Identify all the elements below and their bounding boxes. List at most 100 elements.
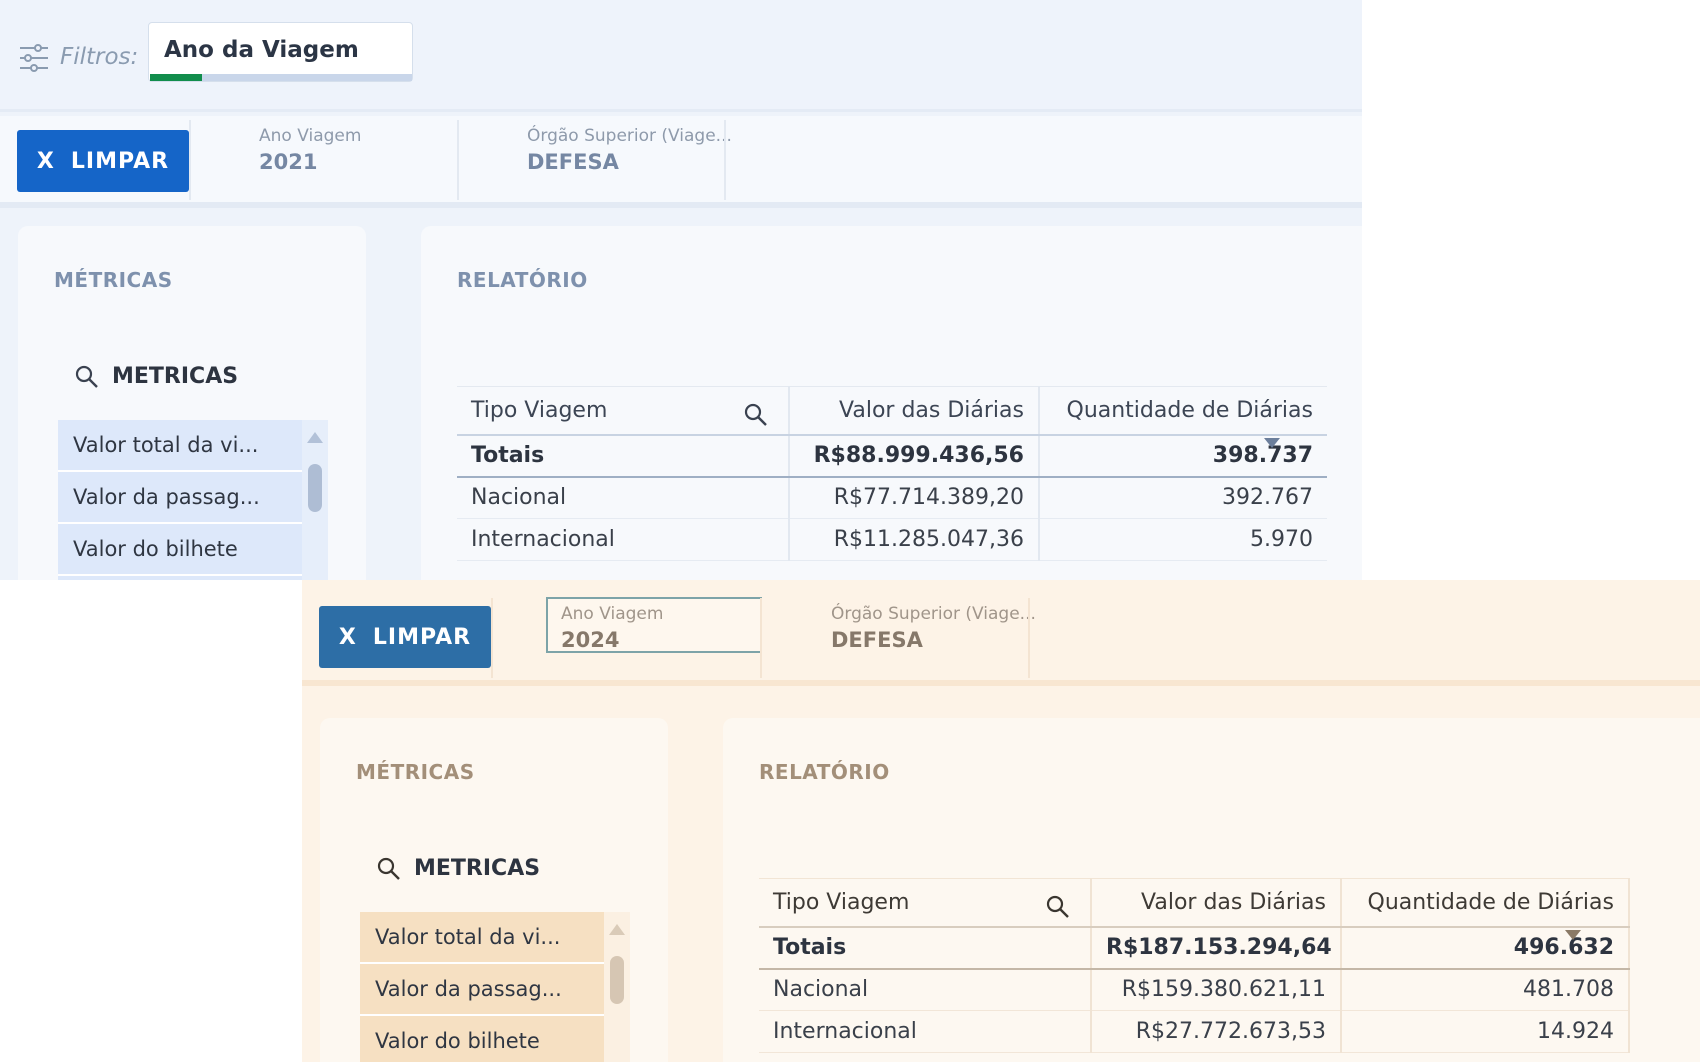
metric-item[interactable]: Valor do bilhete [58, 524, 302, 576]
selection-value: DEFESA [831, 628, 923, 652]
table-cell: Nacional [457, 476, 790, 519]
filter-label: Filtros: [60, 44, 139, 70]
selection-ano-viagem[interactable]: Ano Viagem 2021 [259, 126, 527, 206]
metrics-search-label: METRICAS [414, 856, 541, 881]
selection-title: Órgão Superior (Viage... [527, 126, 732, 146]
column-header-label: Tipo Viagem [471, 397, 608, 423]
screenshot-2024: X LIMPAR Ano Viagem 2024 Órgão Superior … [302, 580, 1700, 1062]
table-cell: 496.632 [1341, 926, 1630, 970]
column-header-tipo-viagem[interactable]: Tipo Viagem [759, 878, 1092, 928]
table-cell: R$187.153.294,64 [1091, 926, 1342, 970]
selection-divider [189, 120, 191, 200]
selection-title: Ano Viagem [561, 604, 664, 624]
filter-chip-label: Ano da Viagem [164, 37, 359, 63]
table-cell: 398.737 [1039, 434, 1327, 478]
table-row[interactable]: Nacional R$159.380.621,11 481.708 [759, 968, 1630, 1011]
column-header-tipo-viagem[interactable]: Tipo Viagem [457, 386, 790, 436]
table-header-row: Tipo Viagem Valor das Diárias Quantidade… [457, 386, 1327, 448]
metric-item[interactable]: Valor total da vi... [58, 420, 302, 472]
filter-chip-ano-da-viagem[interactable]: Ano da Viagem [148, 22, 413, 82]
table-cell: Internacional [759, 1010, 1092, 1053]
selection-value: 2021 [259, 150, 318, 174]
metrics-panel-title: MÉTRICAS [54, 268, 173, 292]
selection-title: Ano Viagem [259, 126, 362, 146]
table-cell: Nacional [759, 968, 1092, 1011]
selections-bar: X LIMPAR Ano Viagem 2021 Órgão Superior … [0, 116, 1362, 208]
metric-item[interactable]: Valor da passag... [360, 964, 604, 1016]
column-header-valor-diarias[interactable]: Valor das Diárias [1091, 878, 1342, 928]
selection-orgao-superior[interactable]: Órgão Superior (Viage... DEFESA [527, 126, 795, 206]
filter-chip-progress [150, 74, 412, 81]
clear-button-label: LIMPAR [70, 148, 170, 174]
metric-item[interactable] [58, 576, 302, 580]
column-header-label: Quantidade de Diárias [1367, 889, 1615, 915]
clear-x-icon: X [36, 148, 55, 174]
selection-divider [724, 120, 726, 200]
scroll-thumb[interactable] [610, 956, 624, 1004]
table-cell: 392.767 [1039, 476, 1327, 519]
table-header-row: Tipo Viagem Valor das Diárias Quantidade… [759, 878, 1630, 940]
column-header-label: Valor das Diárias [1141, 889, 1326, 915]
table-cell: R$88.999.436,56 [789, 434, 1040, 478]
metrics-list: Valor total da vi... Valor da passag... … [58, 420, 302, 580]
metrics-scrollbar[interactable] [604, 912, 630, 1062]
column-header-quantidade-diarias[interactable]: Quantidade de Diárias [1341, 878, 1630, 940]
metrics-list: Valor total da vi... Valor da passag... … [360, 912, 604, 1062]
table-row[interactable]: Nacional R$77.714.389,20 392.767 [457, 476, 1327, 519]
table-cell: 481.708 [1341, 968, 1630, 1011]
metrics-scrollbar[interactable] [302, 420, 328, 580]
selection-orgao-superior[interactable]: Órgão Superior (Viage... DEFESA [831, 604, 1099, 684]
filter-bar: Filtros: Ano da Viagem [0, 0, 1362, 112]
report-panel: RELATÓRIO Tipo Viagem Valor das Diárias … [421, 226, 1362, 580]
selection-ano-viagem[interactable]: Ano Viagem 2024 [561, 604, 829, 684]
table-cell: R$77.714.389,20 [789, 476, 1040, 519]
metrics-panel-title: MÉTRICAS [356, 760, 475, 784]
search-icon[interactable] [376, 856, 402, 882]
sort-desc-icon[interactable] [1565, 929, 1581, 940]
metrics-panel: MÉTRICAS METRICAS Valor total da vi... V… [320, 718, 668, 1062]
metric-item[interactable]: Valor do bilhete [360, 1016, 604, 1062]
table-row[interactable]: Internacional R$27.772.673,53 14.924 [759, 1010, 1630, 1053]
metric-item[interactable]: Valor total da vi... [360, 912, 604, 964]
selection-divider [491, 598, 493, 678]
scroll-up-icon[interactable] [307, 432, 323, 443]
report-panel-title: RELATÓRIO [759, 760, 890, 784]
table-cell: R$11.285.047,36 [789, 518, 1040, 561]
table-row[interactable]: Internacional R$11.285.047,36 5.970 [457, 518, 1327, 561]
search-icon[interactable] [74, 364, 100, 390]
sort-desc-icon[interactable] [1263, 437, 1280, 448]
report-panel: RELATÓRIO Tipo Viagem Valor das Diárias … [723, 718, 1700, 1062]
column-header-label: Quantidade de Diárias [1066, 397, 1314, 423]
table-cell: R$159.380.621,11 [1091, 968, 1342, 1011]
metric-item[interactable]: Valor da passag... [58, 472, 302, 524]
filter-chip-progress-fill [150, 74, 202, 81]
filter-sliders-icon[interactable] [18, 42, 50, 74]
selection-divider [457, 120, 459, 200]
clear-button-label: LIMPAR [372, 624, 472, 650]
table-cell: Totais [759, 926, 1092, 970]
search-icon[interactable] [743, 402, 769, 428]
column-header-quantidade-diarias[interactable]: Quantidade de Diárias [1039, 386, 1327, 448]
search-icon[interactable] [1045, 894, 1071, 920]
table-cell: Internacional [457, 518, 790, 561]
column-header-label: Tipo Viagem [773, 889, 910, 915]
table-row-totals: Totais R$187.153.294,64 496.632 [759, 926, 1630, 970]
clear-x-icon: X [338, 624, 357, 650]
table-row-totals: Totais R$88.999.436,56 398.737 [457, 434, 1327, 478]
scroll-thumb[interactable] [308, 464, 322, 512]
metrics-search-label: METRICAS [112, 364, 239, 389]
table-cell: R$27.772.673,53 [1091, 1010, 1342, 1053]
table-cell: Totais [457, 434, 790, 478]
report-table: Tipo Viagem Valor das Diárias Quantidade… [457, 386, 1327, 561]
table-cell: 5.970 [1039, 518, 1327, 561]
column-header-valor-diarias[interactable]: Valor das Diárias [789, 386, 1040, 436]
selection-divider [760, 598, 762, 678]
scroll-up-icon[interactable] [609, 924, 625, 935]
selection-value: 2024 [561, 628, 620, 652]
clear-button[interactable]: X LIMPAR [17, 130, 189, 192]
selection-divider [1028, 598, 1030, 678]
column-header-label: Valor das Diárias [839, 397, 1024, 423]
screenshot-2021: Filtros: Ano da Viagem X LIMPAR Ano Viag… [0, 0, 1362, 580]
metrics-panel: MÉTRICAS METRICAS Valor total da vi... V… [18, 226, 366, 580]
clear-button[interactable]: X LIMPAR [319, 606, 491, 668]
